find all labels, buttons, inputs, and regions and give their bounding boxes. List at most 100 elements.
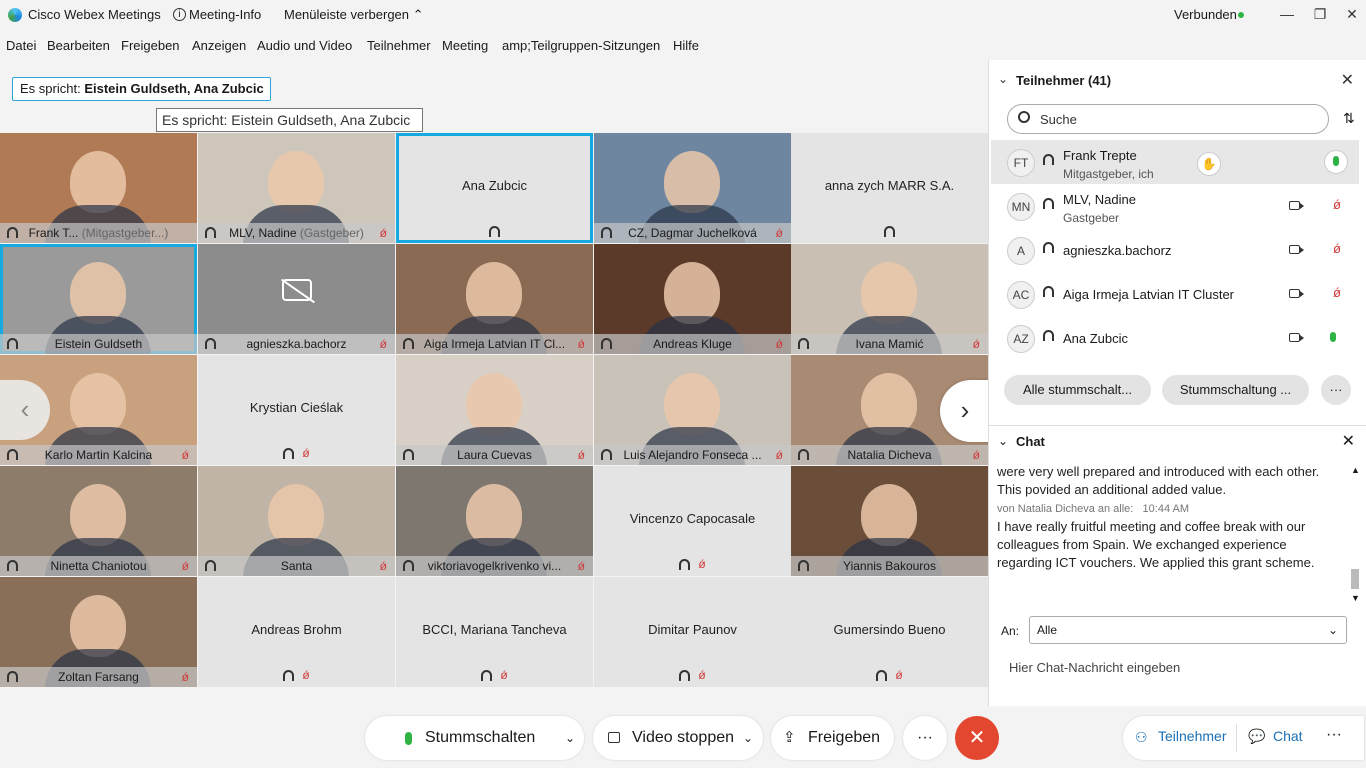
video-tile[interactable]: Yiannis Bakouros	[791, 466, 988, 576]
participant-video	[466, 262, 522, 324]
video-tile[interactable]: Frank T... (Mitgastgeber...)	[0, 133, 197, 243]
participant-video	[466, 484, 522, 546]
minimize-button[interactable]: —	[1275, 4, 1299, 24]
participant-video	[861, 262, 917, 324]
tile-name-bar: Ninetta Chaniotou ǿ	[0, 556, 197, 576]
hide-menu-button[interactable]: Menüleiste verbergen ⌃	[284, 7, 424, 23]
more-icon[interactable]: ···	[1326, 726, 1342, 744]
video-tile[interactable]: anna zych MARR S.A.	[791, 133, 988, 243]
video-tile[interactable]: CZ, Dagmar Juchelková ǿ	[594, 133, 791, 243]
video-tile[interactable]: viktoriavogelkrivenko vi... ǿ	[396, 466, 593, 576]
participant-row[interactable]: A agnieszka.bachorz ǿ	[991, 228, 1359, 272]
participant-name: agnieszka.bachorz	[1063, 243, 1172, 258]
video-tile[interactable]: Zoltan Farsang ǿ	[0, 577, 197, 687]
tab-participants[interactable]: Teilnehmer	[1158, 728, 1226, 744]
tile-name: Andreas Brohm	[251, 622, 342, 637]
share-label: Freigeben	[808, 729, 881, 746]
chevron-down-icon[interactable]: ⌄	[565, 716, 575, 760]
chevron-right-icon: ›	[960, 395, 970, 425]
avatar: AZ	[1007, 325, 1035, 353]
menu-anzeigen[interactable]: Anzeigen	[192, 38, 246, 53]
video-tile[interactable]: Ivana Mamić ǿ	[791, 244, 988, 354]
participants-icon: ⚇	[1135, 729, 1148, 745]
participant-video	[664, 151, 720, 213]
chat-icon: 💬	[1248, 728, 1266, 744]
mic-muted-icon: ǿ	[181, 448, 189, 462]
more-options-button[interactable]: ···	[1321, 375, 1351, 405]
menu-teilgruppen[interactable]: amp;Teilgruppen-Sitzungen	[502, 38, 660, 53]
chat-scrollbar[interactable]: ▲ ▼	[1349, 465, 1361, 607]
speaker-tooltip: Es spricht: Eistein Guldseth, Ana Zubcic	[156, 108, 423, 132]
meeting-info-button[interactable]: Meeting-Info	[189, 7, 261, 22]
video-tile[interactable]: Eistein Guldseth	[0, 244, 197, 354]
stop-video-button[interactable]: Video stoppen ⌄	[593, 716, 763, 760]
tile-name-bar: MLV, Nadine (Gastgeber) ǿ	[198, 223, 395, 243]
more-button[interactable]: ···	[903, 716, 947, 760]
mic-on-icon[interactable]	[1324, 150, 1348, 174]
menu-bearbeiten[interactable]: Bearbeiten	[47, 38, 110, 53]
video-tile[interactable]: Aiga Irmeja Latvian IT Cl... ǿ	[396, 244, 593, 354]
video-tile[interactable]: agnieszka.bachorz ǿ	[198, 244, 395, 354]
video-tile[interactable]: Vincenzo Capocasale ǿ	[594, 466, 791, 576]
mic-on-icon[interactable]	[1330, 329, 1340, 343]
close-window-button[interactable]: ✕	[1340, 4, 1364, 24]
video-tile[interactable]: Ana Zubcic	[396, 133, 593, 243]
mute-button[interactable]: Stummschalten ⌄	[365, 716, 584, 760]
mic-muted-icon[interactable]: ǿ	[1333, 197, 1341, 212]
participant-video	[70, 373, 126, 435]
tile-name-bar: Yiannis Bakouros	[791, 556, 988, 576]
tab-chat[interactable]: Chat	[1273, 728, 1303, 744]
participant-row[interactable]: FT Frank Trepte Mitgastgeber, ich ✋	[991, 140, 1359, 184]
chat-input[interactable]: Hier Chat-Nachricht eingeben	[1009, 660, 1180, 675]
menu-datei[interactable]: Datei	[6, 38, 36, 53]
video-tile[interactable]: Dimitar Paunov ǿ	[594, 577, 791, 687]
mic-muted-icon: ǿ	[577, 448, 585, 462]
tile-name: Ninetta Chaniotou	[50, 559, 147, 573]
sort-icon[interactable]: ⇅	[1343, 110, 1355, 127]
video-tile[interactable]: Luis Alejandro Fonseca ... ǿ	[594, 355, 791, 465]
video-tile[interactable]: Krystian Cieślak ǿ	[198, 355, 395, 465]
participant-row[interactable]: MN MLV, Nadine Gastgeber ǿ	[991, 184, 1359, 228]
raise-hand-icon[interactable]: ✋	[1197, 152, 1221, 176]
video-tile[interactable]: BCCI, Mariana Tancheva ǿ	[396, 577, 593, 687]
info-icon[interactable]: i	[173, 8, 186, 21]
camera-icon	[1289, 245, 1304, 254]
chevron-down-icon: ⌄	[1327, 623, 1338, 637]
participant-search-input[interactable]: Suche	[1007, 104, 1329, 134]
chevron-left-icon: ‹	[20, 394, 30, 424]
chevron-down-icon[interactable]: ⌄	[743, 716, 753, 760]
share-button[interactable]: ⇪ Freigeben	[771, 716, 894, 760]
maximize-button[interactable]: ❐	[1308, 4, 1332, 24]
close-chat-icon[interactable]: ✕	[1342, 431, 1355, 451]
video-tile[interactable]: Laura Cuevas ǿ	[396, 355, 593, 465]
video-tile[interactable]: Santa ǿ	[198, 466, 395, 576]
video-tile[interactable]: Gumersindo Bueno ǿ	[791, 577, 988, 687]
mic-muted-icon[interactable]: ǿ	[1333, 285, 1341, 300]
video-tile[interactable]: MLV, Nadine (Gastgeber) ǿ	[198, 133, 395, 243]
mic-muted-icon: ǿ	[302, 668, 310, 682]
participant-row[interactable]: AC Aiga Irmeja Latvian IT Cluster ǿ	[991, 272, 1359, 316]
divider	[1236, 724, 1237, 752]
menu-meeting[interactable]: Meeting	[442, 38, 488, 53]
mic-muted-icon[interactable]: ǿ	[1333, 241, 1341, 256]
participant-row[interactable]: AZ Ana Zubcic	[991, 316, 1359, 360]
menu-hilfe[interactable]: Hilfe	[673, 38, 699, 53]
camera-off-icon	[281, 278, 315, 304]
tile-name: BCCI, Mariana Tancheva	[422, 622, 567, 637]
video-tile[interactable]: Ninetta Chaniotou ǿ	[0, 466, 197, 576]
menu-freigeben[interactable]: Freigeben	[121, 38, 180, 53]
video-tile[interactable]: Andreas Brohm ǿ	[198, 577, 395, 687]
menu-audio-video[interactable]: Audio und Video	[257, 38, 352, 53]
headset-icon	[489, 226, 500, 238]
close-participants-icon[interactable]: ✕	[1341, 70, 1354, 90]
mute-all-button[interactable]: Alle stummschalt...	[1004, 375, 1151, 405]
end-meeting-button[interactable]: ✕	[955, 716, 999, 760]
tile-name-bar: viktoriavogelkrivenko vi... ǿ	[396, 556, 593, 576]
menu-teilnehmer[interactable]: Teilnehmer	[367, 38, 431, 53]
video-tile[interactable]: Andreas Kluge ǿ	[594, 244, 791, 354]
collapse-chat-icon[interactable]: ⌄	[998, 434, 1008, 448]
collapse-participants-icon[interactable]: ⌄	[998, 72, 1008, 86]
tile-name: Zoltan Farsang	[58, 670, 139, 684]
unmute-all-button[interactable]: Stummschaltung ...	[1162, 375, 1309, 405]
chat-recipient-select[interactable]: Alle ⌄	[1029, 616, 1347, 644]
